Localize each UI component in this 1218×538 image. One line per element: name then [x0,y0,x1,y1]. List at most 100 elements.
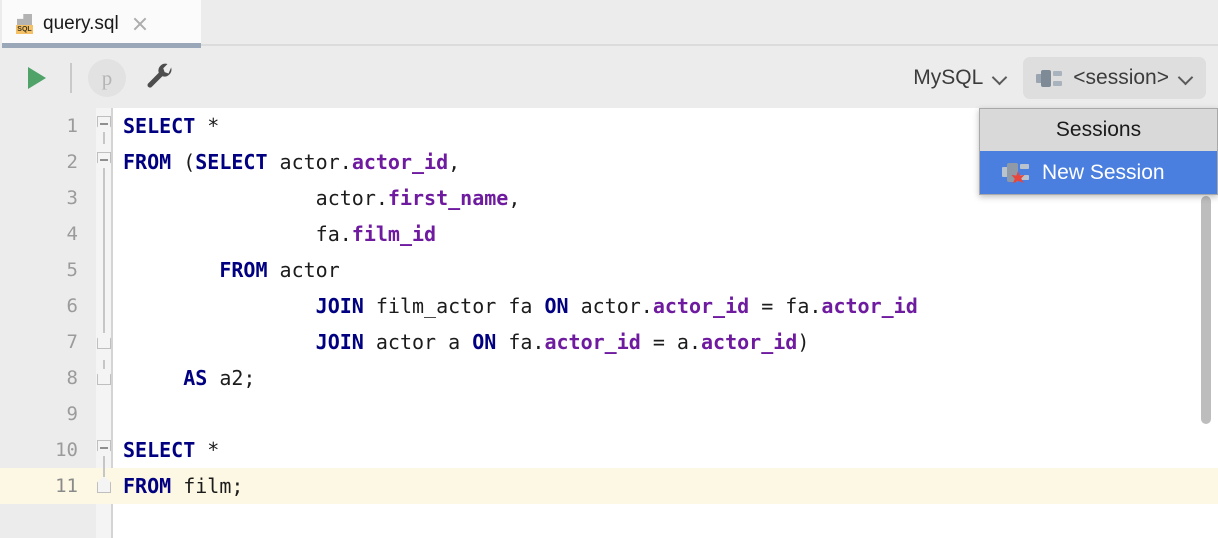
sql-plain-text: fa. [496,330,545,354]
sql-plain-text [123,258,219,282]
code-line[interactable]: 7 JOIN actor a ON fa.actor_id = a.actor_… [0,324,1218,360]
fold-gutter-cell[interactable] [96,108,112,144]
fold-gutter-cell[interactable] [96,468,112,504]
code-line[interactable]: 4 fa.film_id [0,216,1218,252]
code-line[interactable]: 5 FROM actor [0,252,1218,288]
session-selector[interactable]: <session> [1023,57,1206,99]
fold-collapse-icon[interactable] [96,116,112,135]
sql-keyword: FROM [123,474,172,498]
sql-column-name: first_name [387,186,509,210]
editor-tab-bar: SQL query.sql [0,0,1218,48]
sql-keyword: JOIN [315,330,364,354]
code-line[interactable]: 8 AS a2; [0,360,1218,396]
sql-plain-text [123,330,316,354]
sql-editor-window: SQL query.sql p MySQL <session> 1 SELECT… [0,0,1218,538]
chevron-down-icon [993,71,1007,85]
parameters-button[interactable]: p [88,59,126,97]
sessions-dropdown-popup: Sessions New Session [979,108,1218,195]
code-text[interactable]: JOIN actor a ON fa.actor_id = a.actor_id… [112,324,1218,360]
tab-title: query.sql [43,13,119,34]
line-number: 4 [66,223,78,245]
sql-column-name: actor_id [544,330,641,354]
fold-gutter-cell[interactable] [96,144,112,180]
vertical-scrollbar[interactable] [1201,196,1211,424]
line-number: 2 [66,151,78,173]
sql-plain-text: * [195,438,220,462]
fold-gutter-cell[interactable] [96,324,112,360]
menu-item-label: New Session [1042,160,1165,184]
code-text[interactable]: FROM film; [112,468,1218,504]
sql-plain-text: film_actor fa [363,294,545,318]
sql-plain-text: a2; [207,366,256,390]
sql-keyword: ON [472,330,497,354]
sql-plain-text: , [448,150,461,174]
fold-gutter-cell [96,180,112,216]
code-line[interactable]: 10 SELECT * [0,432,1218,468]
fold-region-end-icon[interactable] [96,368,112,387]
line-number: 8 [66,367,78,389]
code-text[interactable]: AS a2; [112,360,1218,396]
sql-keyword: ON [544,294,569,318]
line-number: 6 [66,295,78,317]
fold-gutter-cell [96,288,112,324]
fold-gutter-cell[interactable] [96,432,112,468]
code-text[interactable]: JOIN film_actor fa ON actor.actor_id = f… [112,288,1218,324]
toolbar-left-group: p [0,58,180,98]
session-plug-icon [1036,69,1063,87]
sql-badge-label: SQL [16,25,33,34]
dialect-selector[interactable]: MySQL [903,60,1017,96]
chevron-down-icon [1179,71,1193,85]
line-number: 11 [55,475,78,497]
sql-plain-text: * [195,114,220,138]
sql-plain-text: , [508,186,521,210]
settings-button[interactable] [140,58,180,98]
code-line[interactable]: 9 [0,396,1218,432]
sql-plain-text: actor. [267,150,352,174]
sql-keyword: SELECT [195,150,268,174]
fold-region-end-icon[interactable] [96,476,112,495]
sql-plain-text: actor [267,258,340,282]
code-text[interactable]: fa.film_id [112,216,1218,252]
new-session-plug-star-icon [1002,163,1030,184]
sql-column-name: actor_id [821,294,918,318]
code-line[interactable]: 11 FROM film; [0,468,1218,504]
sql-file-icon: SQL [16,14,33,34]
sql-plain-text: actor a [363,330,473,354]
fold-collapse-icon[interactable] [96,440,112,459]
sql-column-name: actor_id [701,330,798,354]
sql-keyword: AS [183,366,208,390]
sql-plain-text: = a. [640,330,702,354]
sql-plain-text: film; [171,474,244,498]
dialect-label: MySQL [913,66,984,89]
toolbar-divider [70,63,72,93]
fold-gutter-cell [96,396,112,432]
sql-plain-text [123,294,316,318]
fold-connector-line [103,180,105,216]
close-icon[interactable] [131,15,149,33]
fold-gutter-cell[interactable] [96,360,112,396]
wrench-icon [147,63,172,88]
run-query-button[interactable] [18,59,56,97]
line-number: 5 [66,259,78,281]
fold-connector-line [103,216,105,252]
code-line[interactable]: 6 JOIN film_actor fa ON actor.actor_id =… [0,288,1218,324]
sql-column-name: actor_id [351,150,449,174]
sql-keyword: FROM [123,150,172,174]
tab-bar-separator [201,44,1218,46]
fold-connector-line [103,252,105,288]
code-text[interactable]: FROM actor [112,252,1218,288]
sql-column-name: actor_id [652,294,750,318]
code-text[interactable]: SELECT * [112,432,1218,468]
sql-plain-text: ) [797,330,810,354]
tab-query-sql[interactable]: SQL query.sql [2,0,201,48]
fold-region-end-icon[interactable] [96,332,112,351]
fold-gutter-cell [96,252,112,288]
menu-item-new-session[interactable]: New Session [980,151,1217,194]
sql-plain-text: fa. [123,222,352,246]
sql-column-name: film_id [351,222,437,246]
line-number: 1 [66,115,78,137]
line-number: 7 [66,331,78,353]
editor-toolbar: p MySQL <session> [0,48,1218,108]
toolbar-right-group: MySQL <session> [903,57,1218,99]
fold-collapse-icon[interactable] [96,152,112,171]
